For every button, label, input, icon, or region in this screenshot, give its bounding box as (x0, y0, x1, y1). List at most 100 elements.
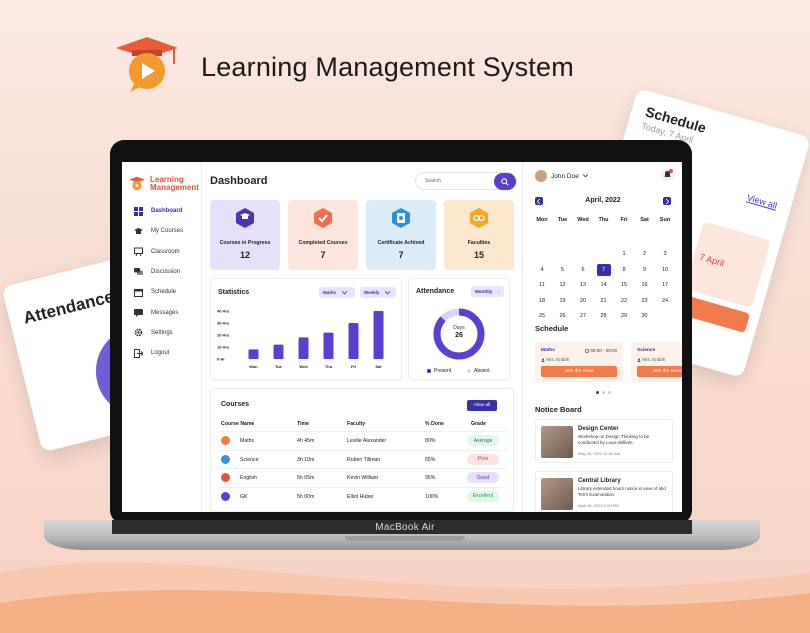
attendance-period-filter[interactable]: Monthly (471, 286, 504, 297)
calendar-next-button[interactable] (663, 197, 671, 205)
certificate-achived-card[interactable]: Certificate Achived 7 (366, 200, 436, 270)
calendar-date[interactable]: 8 (617, 264, 631, 276)
calendar-date[interactable]: 24 (658, 295, 672, 307)
calendar-date[interactable]: 30 (638, 310, 652, 322)
schedule-time-text: 08:00 - 09:00 (590, 348, 617, 353)
calendar-date[interactable]: 5 (556, 264, 570, 276)
stat-value: 7 (320, 250, 326, 260)
join-class-button[interactable]: Join the class (541, 366, 617, 377)
calendar-date[interactable]: 28 (597, 310, 611, 322)
sidebar-item-schedule[interactable]: Schedule (134, 286, 176, 298)
completed-courses-card[interactable]: Completed Courses 7 (288, 200, 358, 270)
laptop-model-label: MacBook Air (375, 522, 435, 533)
calendar-date[interactable]: 9 (638, 264, 652, 276)
sidebar-logo[interactable]: Learning Management (128, 176, 199, 192)
schedule-teacher-name: Mrs. Endah (642, 357, 666, 362)
calendar-date[interactable]: 13 (576, 279, 590, 291)
calendar-date[interactable]: 7 (596, 263, 611, 276)
calendar-date[interactable]: 11 (535, 279, 549, 291)
notice-item[interactable]: Design Center Workshop on Design Thinking… (535, 419, 673, 463)
course-faculty: Lesilie Alexander (347, 438, 387, 444)
logo-icon (129, 176, 145, 191)
course-done: 65% (425, 456, 436, 463)
logout-icon (134, 348, 144, 358)
user-menu[interactable]: John Doe (535, 170, 588, 182)
schedule-card[interactable]: Science Mrs. Endah Join the class (631, 342, 682, 382)
faculties-card[interactable]: Faculties 15 (444, 200, 514, 270)
course-done: 80% (425, 438, 436, 444)
sidebar-item-my-courses[interactable]: My Courses (134, 225, 183, 237)
schedule-title: Schedule (535, 324, 569, 333)
table-row[interactable]: Maths 4h 45m Lesilie Alexander 80% Average (219, 431, 507, 449)
calendar-date[interactable]: 15 (617, 279, 631, 291)
pagination-dot[interactable] (602, 391, 605, 394)
sidebar-item-discussion[interactable]: Discussion (134, 266, 180, 278)
calendar-date[interactable]: 14 (597, 279, 611, 291)
calendar-date[interactable]: 29 (617, 310, 631, 322)
calendar-icon (134, 288, 143, 297)
courses-view-all-button[interactable]: View all (467, 400, 497, 411)
pagination-dot[interactable] (596, 391, 599, 394)
search-button[interactable] (494, 173, 516, 190)
y-tick-label: 0 Hr (217, 357, 225, 362)
calendar-date[interactable]: 22 (617, 295, 631, 307)
table-row[interactable]: English 5h 05m Kevin William 95% Good (219, 468, 507, 486)
statistics-subject-value: Maths (323, 290, 337, 295)
chevron-down-icon (342, 290, 348, 294)
sidebar-item-logout[interactable]: Logout (134, 347, 169, 359)
table-row[interactable]: Science 3h 10m Ruben Tillman 65% Poor (219, 449, 507, 468)
table-row[interactable]: GK 5h 00m Elliot Huber 100% Excellent (219, 486, 507, 505)
calendar-date[interactable]: 3 (658, 248, 672, 260)
sidebar-item-label: Messages (151, 309, 179, 316)
calendar-date[interactable]: 6 (576, 264, 590, 276)
calendar-date[interactable]: 26 (556, 310, 570, 322)
grade-badge: Average (467, 435, 499, 446)
sidebar-item-messages[interactable]: Messages (134, 307, 178, 319)
stat-value: 12 (239, 250, 250, 260)
grade-badge: Excellent (467, 490, 499, 502)
bar-sat (373, 311, 384, 359)
attendance-panel: Attendance Monthly Days 26 Present Absen… (408, 278, 510, 380)
schedule-card[interactable]: Maths 08:00 - 09:00 Mrs. Endah Join the c… (535, 342, 623, 382)
course-name: Science (240, 456, 259, 463)
y-tick-label: 30 Hrs (217, 321, 230, 326)
calendar-date[interactable]: 1 (617, 248, 631, 260)
calendar-date[interactable]: 16 (638, 279, 652, 291)
sidebar-item-classroom[interactable]: Classroom (134, 246, 180, 258)
notice-title: Central Library (578, 478, 621, 484)
calendar-date[interactable]: 10 (658, 264, 672, 276)
calendar-date[interactable]: 21 (597, 295, 611, 307)
statistics-period-filter[interactable]: Weekly (360, 287, 396, 298)
course-name: Maths (240, 438, 255, 444)
calendar-date[interactable]: 17 (658, 279, 672, 291)
logo-line2: Management (150, 183, 199, 192)
search-input[interactable]: Search (415, 172, 517, 190)
courses-in-progress-card[interactable]: Courses in Progress 12 (210, 200, 280, 270)
course-time: 5h 00m (297, 493, 315, 500)
calendar-date[interactable]: 23 (638, 295, 652, 307)
bell-icon (664, 169, 673, 177)
notice-title: Design Center (578, 426, 619, 432)
statistics-subject-filter[interactable]: Maths (319, 287, 355, 298)
sidebar-item-settings[interactable]: Settings (134, 327, 173, 339)
calendar-date[interactable]: 4 (535, 264, 549, 276)
calendar-date[interactable]: 2 (638, 248, 652, 260)
notification-button[interactable] (661, 168, 674, 181)
calendar-date[interactable]: 27 (576, 310, 590, 322)
schedule-teacher: Mrs. Endah (637, 357, 665, 362)
calendar-date[interactable]: 19 (556, 295, 570, 307)
calendar-date[interactable]: 25 (535, 310, 549, 322)
pagination-dot[interactable] (608, 391, 611, 394)
notice-item[interactable]: Central Library Library extended hours no… (535, 471, 673, 512)
grade-badge: Good (467, 472, 499, 483)
attendance-period-value: Monthly (475, 289, 493, 294)
join-class-button[interactable]: Join the class (637, 366, 682, 377)
user-icon (541, 358, 545, 362)
calendar-date[interactable]: 20 (576, 295, 590, 307)
notice-text: Library extended hours notice in view of… (578, 486, 666, 497)
sidebar-item-dashboard[interactable]: Dashboard (134, 205, 182, 217)
chalkboard-icon (134, 247, 143, 257)
calendar-date[interactable]: 18 (535, 295, 549, 307)
col-done: % Done (425, 421, 445, 427)
calendar-date[interactable]: 12 (556, 279, 570, 291)
